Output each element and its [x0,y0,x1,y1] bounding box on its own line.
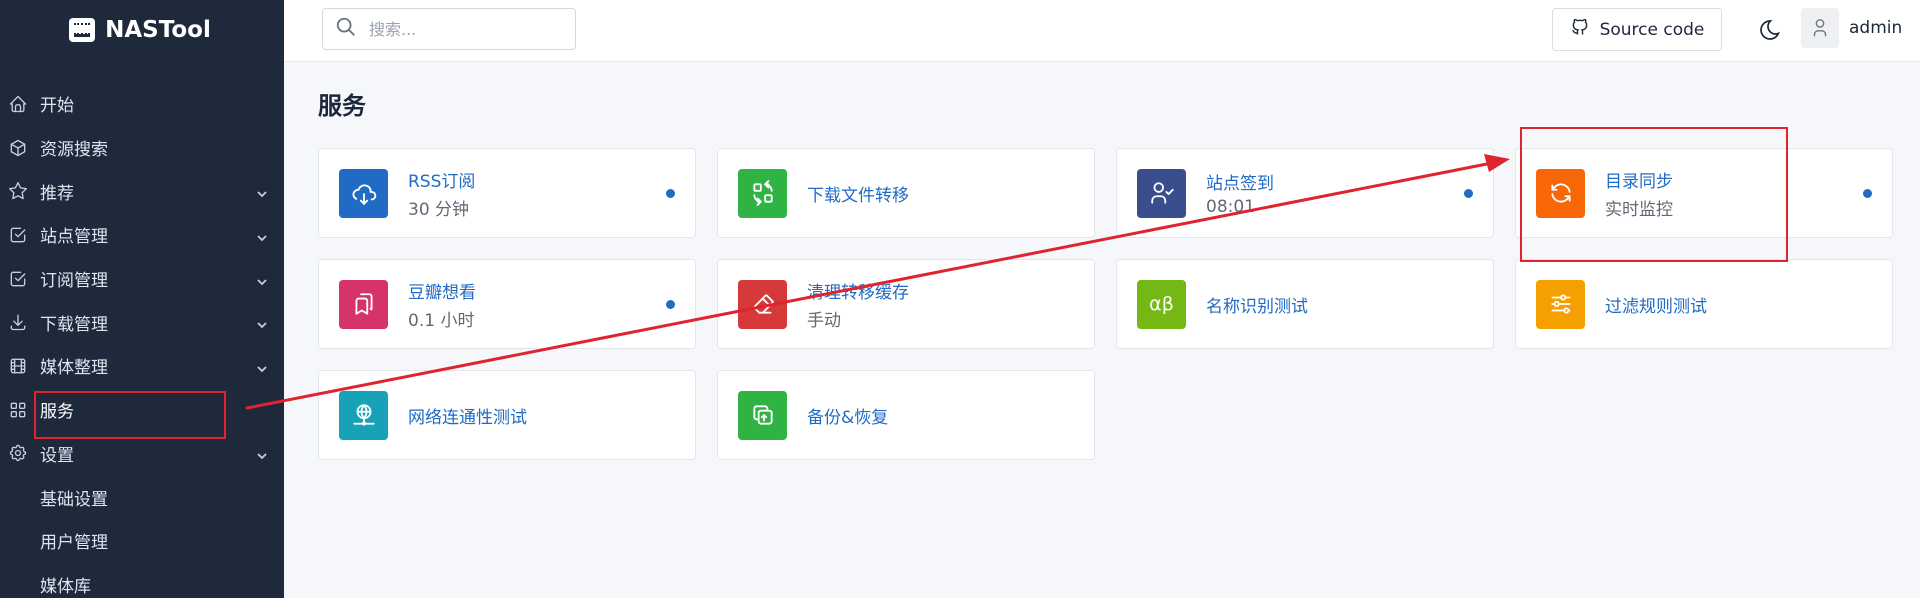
service-card-filter-rule-test[interactable]: 过滤规则测试 [1515,259,1893,349]
nastool-logo-icon [69,18,96,42]
source-code-label: Source code [1599,19,1705,40]
chevron-down-icon [256,185,268,198]
page-title: 服务 [318,92,366,120]
sidebar-subitem-label: 基础设置 [40,489,108,510]
alpha-beta-glyph: αβ [1149,293,1174,315]
service-card-title: 名称识别测试 [1206,296,1308,317]
sidebar-item-subscription-management[interactable]: 订阅管理 [0,257,284,301]
moon-icon [1758,20,1782,46]
service-card-download-transfer[interactable]: 下载文件转移 [717,148,1095,238]
chevron-down-icon [256,360,268,373]
adjustments-icon [1536,279,1585,329]
chevron-down-icon [256,316,268,329]
status-dot [666,300,675,309]
github-icon [1570,17,1590,42]
status-dot [666,189,675,198]
checkbox-icon [8,225,28,245]
checkbox-icon [8,269,28,289]
sidebar-item-recommend[interactable]: 推荐 [0,169,284,213]
home-icon [8,94,28,114]
gear-icon [8,443,28,463]
sidebar-subitem-label: 媒体库 [40,576,91,597]
service-card-name-recognition-test[interactable]: αβ 名称识别测试 [1116,259,1494,349]
sidebar-item-label: 开始 [40,96,74,117]
brand[interactable]: NASTool [0,0,284,60]
user-check-icon [1137,168,1186,218]
service-card-title: 备份&恢复 [807,407,889,428]
highlight-box-services-nav [34,391,226,439]
avatar [1801,8,1839,48]
sidebar-item-label: 设置 [40,445,74,466]
sidebar-item-download-management[interactable]: 下载管理 [0,300,284,344]
cloud-download-icon [339,168,388,218]
copy-icon [738,390,787,440]
topbar: Source code admin [284,0,1920,62]
service-card-subtitle: 30 分钟 [408,199,470,220]
search-input[interactable] [369,19,559,39]
film-icon [8,356,28,376]
service-card-title: 豆瓣想看 [408,282,476,303]
search-box[interactable] [322,8,576,50]
service-card-title: 下载文件转移 [807,185,909,206]
sidebar-item-media-organize[interactable]: 媒体整理 [0,344,284,388]
user-menu[interactable]: admin [1801,8,1902,48]
sidebar-item-resource-search[interactable]: 资源搜索 [0,126,284,170]
service-card-subtitle: 手动 [807,310,841,331]
star-icon [8,181,28,201]
download-icon [8,312,28,332]
source-code-button[interactable]: Source code [1552,8,1722,51]
sidebar-item-label: 下载管理 [40,314,108,335]
cube-icon [8,138,28,158]
bookmarks-icon [339,279,388,329]
user-icon [1813,19,1827,37]
sidebar-nav: 开始 资源搜索 推荐 站点管理 订阅管理 下载管理 媒体整理 服务 设置 基础设… [0,82,284,598]
network-icon [339,390,388,440]
eraser-icon [738,279,787,329]
sidebar-item-label: 媒体整理 [40,358,108,379]
service-card-network-test[interactable]: 网络连通性测试 [318,370,696,460]
service-card-subtitle: 08:01 [1206,197,1255,217]
chevron-down-icon [256,229,268,242]
sidebar-item-site-management[interactable]: 站点管理 [0,213,284,257]
sidebar-item-label: 订阅管理 [40,271,108,292]
service-card-title: 清理转移缓存 [807,282,909,303]
status-dot [1464,189,1473,198]
sidebar-subitem-user-management[interactable]: 用户管理 [0,519,284,563]
service-card-title: 网络连通性测试 [408,407,527,428]
chevron-down-icon [256,273,268,285]
service-card-backup-restore[interactable]: 备份&恢复 [717,370,1095,460]
sidebar-item-start[interactable]: 开始 [0,82,284,126]
service-card-clean-transfer-cache[interactable]: 清理转移缓存 手动 [717,259,1095,349]
service-card-site-signin[interactable]: 站点签到 08:01 [1116,148,1494,238]
service-card-title: 站点签到 [1206,174,1274,194]
service-card-title: 过滤规则测试 [1605,296,1707,317]
status-dot [1863,189,1872,198]
sidebar-subitem-basic-settings[interactable]: 基础设置 [0,475,284,519]
dark-mode-toggle[interactable] [1758,18,1782,42]
service-card-title: RSS订阅 [408,171,476,192]
sidebar-item-label: 站点管理 [40,227,108,248]
username: admin [1849,18,1903,38]
alpha-beta-icon: αβ [1137,279,1186,329]
sidebar-item-label: 推荐 [40,183,74,204]
search-icon [335,16,357,42]
sidebar-item-label: 资源搜索 [40,140,108,161]
service-card-subtitle: 0.1 小时 [408,310,475,331]
chevron-down-icon [256,447,268,460]
service-card-rss[interactable]: RSS订阅 30 分钟 [318,148,696,238]
app-title: NASTool [105,17,211,43]
apps-icon [8,400,28,420]
sidebar-subitem-media-library[interactable]: 媒体库 [0,563,284,598]
sidebar-subitem-label: 用户管理 [40,533,108,554]
highlight-box-directory-sync-card [1520,127,1788,262]
sidebar: NASTool 开始 资源搜索 推荐 站点管理 订阅管理 下载管理 媒体整理 服… [0,0,284,598]
service-card-douban-wish[interactable]: 豆瓣想看 0.1 小时 [318,259,696,349]
transfer-icon [738,168,787,218]
